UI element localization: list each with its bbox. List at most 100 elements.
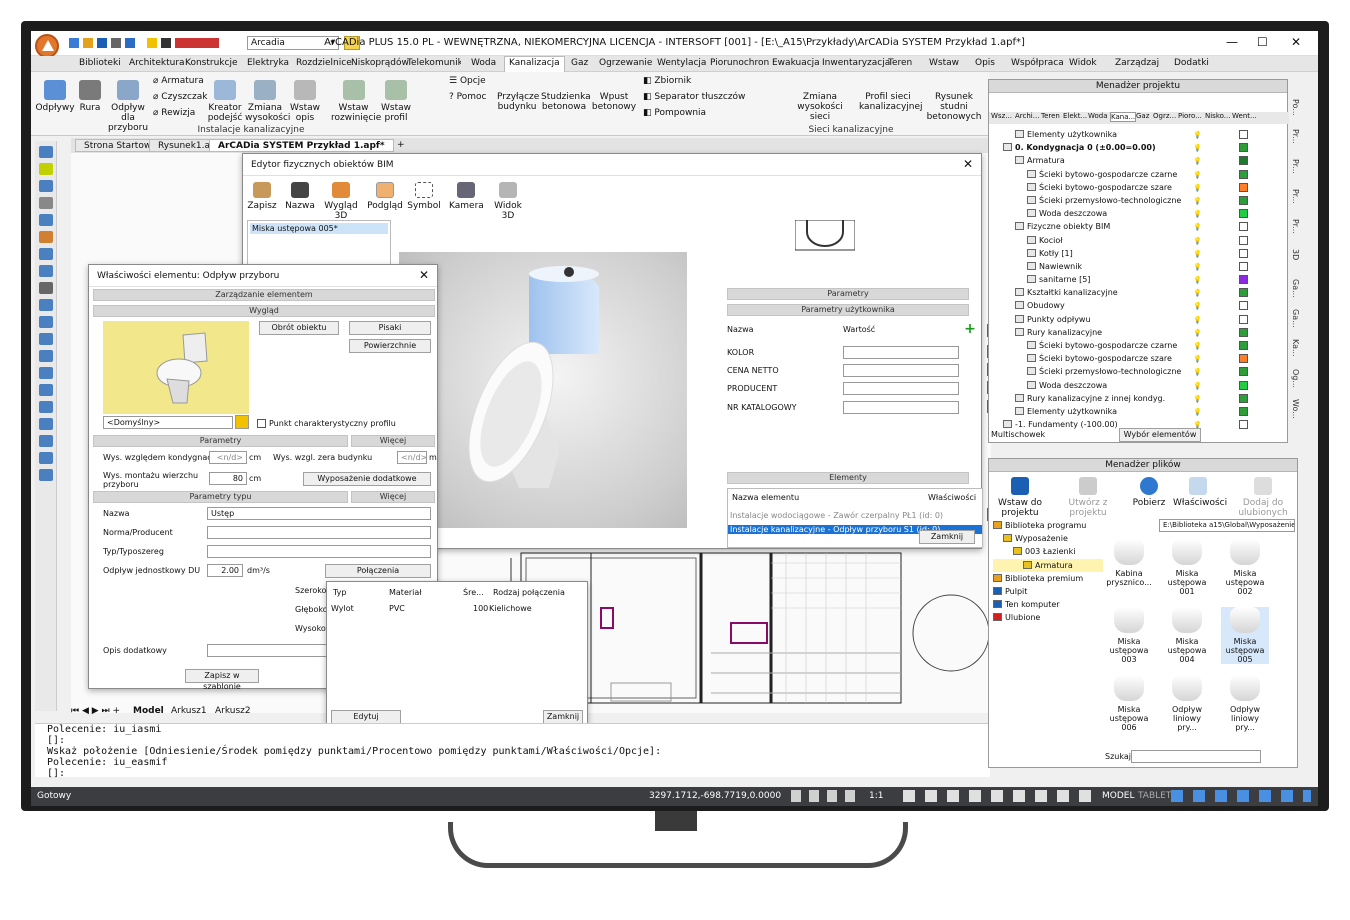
library-item[interactable]: Miska ustępowa 004 [1163,607,1211,664]
tree-item[interactable]: Ścieki przemysłowo-technologiczne 💡 [1003,365,1287,378]
color-swatch[interactable] [1239,288,1248,298]
download-button[interactable]: Pobierz [1129,477,1169,508]
side-tab[interactable]: Pr... [1291,219,1300,234]
tree-item[interactable]: Fizyczne obiekty BIM 💡 [1003,220,1287,233]
pompownia-button[interactable]: ◧ Pompownia [643,108,706,118]
tool-icon[interactable] [38,214,53,226]
param-kolor-input[interactable] [843,346,959,359]
menu-kanalizacja[interactable]: Kanalizacja [504,56,565,72]
tree-item[interactable]: Ścieki bytowo-gospodarcze szare 💡 [1003,181,1287,194]
zmiana-wys-sieci-button[interactable]: Zmiana wysokości sieci [795,92,845,122]
ptab-ogrz[interactable]: Ogrz... [1153,112,1176,120]
tool-icon[interactable] [38,350,53,362]
menu-woda[interactable]: Woda [471,58,496,68]
menu-elektryka[interactable]: Elektryka [247,58,289,68]
file-tree-item[interactable]: 003 Łazienki [993,545,1103,558]
nazwa-button[interactable]: Nazwa [283,182,317,211]
tool-icon[interactable] [38,197,53,209]
command-line[interactable]: Polecenie: iu_iasmi []: Wskaż położenie … [35,723,990,779]
path-field[interactable]: E:\Biblioteka a15\Global\Wyposażenie [1159,519,1295,532]
tree-item[interactable]: Kotły [1] 💡 [1003,247,1287,260]
type-input[interactable] [207,545,431,558]
color-swatch[interactable] [1239,380,1248,390]
tree-item[interactable]: Woda deszczowa 💡 [1003,207,1287,220]
tree-item[interactable]: Ścieki bytowo-gospodarcze czarne 💡 [1003,168,1287,181]
color-swatch[interactable] [1239,341,1248,350]
insert-to-project-button[interactable]: Wstaw do projektu [991,477,1049,518]
section-parametry[interactable]: Parametry [727,288,969,300]
section-zarzadzanie[interactable]: Zarządzanie elementem [93,289,435,301]
list-item[interactable]: Miska ustępowa 005* [250,223,388,234]
library-item[interactable]: Miska ustępowa 003 [1105,607,1153,664]
conn-srednica[interactable]: 100 [473,604,488,613]
tree-item[interactable]: Woda deszczowa 💡 [1003,379,1287,392]
visibility-icon[interactable]: 💡 [1193,327,1202,340]
tree-item[interactable]: Armatura 💡 [1003,154,1287,167]
widok-3d-button[interactable]: Widok 3D [487,182,529,221]
side-tab[interactable]: Og... [1291,369,1300,388]
library-item[interactable]: Kabina prysznico... [1105,539,1153,587]
maximize-icon[interactable]: ☐ [1257,35,1268,49]
color-swatch[interactable] [1239,367,1248,377]
menu-konstrukcje[interactable]: Konstrukcje [185,58,237,68]
library-item[interactable]: Miska ustępowa 006 [1105,675,1153,732]
color-swatch[interactable] [1239,406,1248,416]
color-swatch[interactable] [1239,314,1248,324]
menu-biblioteki[interactable]: Biblioteki [79,58,121,68]
pomoc-button[interactable]: ? Pomoc [449,92,486,102]
tree-item[interactable]: Kształtki kanalizacyjne 💡 [1003,286,1287,299]
wstaw-rozwiniecie-button[interactable]: Wstaw rozwinięcie [331,80,381,123]
model-toggle[interactable]: MODEL [1102,791,1134,801]
opcje-button[interactable]: ☰ Opcje [449,76,486,86]
conn-rodzaj[interactable]: Kielichowe [489,604,532,613]
color-swatch[interactable] [1239,261,1248,271]
podglad-button[interactable]: Podgląd [367,182,403,211]
tree-item[interactable]: 0. Kondygnacja 0 (±0.00=0.00) 💡 [1003,141,1287,154]
color-swatch[interactable] [1239,301,1248,311]
studzienka-button[interactable]: Studzienka betonowa [541,92,591,112]
menu-opis[interactable]: Opis [975,58,995,68]
zmiana-wysokosci-button[interactable]: Zmiana wysokości [245,80,290,123]
ptab-teren[interactable]: Teren [1041,112,1060,120]
rura-button[interactable]: Rura [75,80,105,113]
tree-item[interactable]: Elementy użytkownika 💡 [1003,405,1287,418]
zapisz-button[interactable]: Zapisz [247,182,277,211]
side-tab[interactable]: Ga... [1291,309,1300,328]
tool-icon[interactable] [38,146,53,158]
menu-rozdzielnice[interactable]: Rozdzielnice [296,58,352,68]
side-tab[interactable]: Pr... [1291,189,1300,204]
tool-icon[interactable] [38,418,53,430]
default-combo[interactable]: <Domyślny> [103,416,233,429]
tree-item[interactable]: Ścieki przemysłowo-technologiczne 💡 [1003,194,1287,207]
visibility-icon[interactable]: 💡 [1193,182,1202,195]
side-tab[interactable]: Wo... [1291,399,1300,419]
file-tree-item[interactable]: Armatura [993,558,1103,572]
library-item[interactable]: Miska ustępowa 001 [1163,539,1211,596]
visibility-icon[interactable]: 💡 [1193,248,1202,261]
rysunek-studni-button[interactable]: Rysunek studni betonowych [923,92,985,122]
visibility-icon[interactable]: 💡 [1193,406,1202,419]
ptab-kana[interactable]: Kana... [1110,112,1137,122]
properties-close-icon[interactable]: ✕ [419,268,429,282]
side-tab[interactable]: Ga... [1291,279,1300,298]
wstaw-opis-button[interactable]: Wstaw opis [285,80,325,123]
menu-ogrzewanie[interactable]: Ogrzewanie [599,58,652,68]
properties-button[interactable]: Właściwości [1173,477,1227,508]
menu-niskopradow[interactable]: Niskoprądów [351,58,409,68]
bim-close-button[interactable]: Zamknij [919,530,975,544]
side-tab[interactable]: Pr... [1291,129,1300,144]
file-tree-item[interactable]: Ten komputer [993,598,1103,611]
new-tab-icon[interactable]: + [389,139,413,152]
folder-icon[interactable] [235,415,249,429]
search-input[interactable] [1131,750,1261,763]
color-swatch[interactable] [1239,209,1248,219]
scale-readout[interactable]: 1:1 [869,791,883,801]
color-swatch[interactable] [1239,222,1248,232]
library-item[interactable]: Odpływ liniowy pry... [1163,675,1211,732]
select-elements-dropdown[interactable]: Wybór elementów [1119,428,1201,442]
h-mount-input[interactable]: 80 [209,472,247,485]
tray-icons[interactable] [1171,790,1311,802]
file-tree-item[interactable]: Pulpit [993,585,1103,598]
save-template-button[interactable]: Zapisz w szablonie [185,669,259,691]
wyglad-3d-button[interactable]: Wygląd 3D [319,182,363,221]
